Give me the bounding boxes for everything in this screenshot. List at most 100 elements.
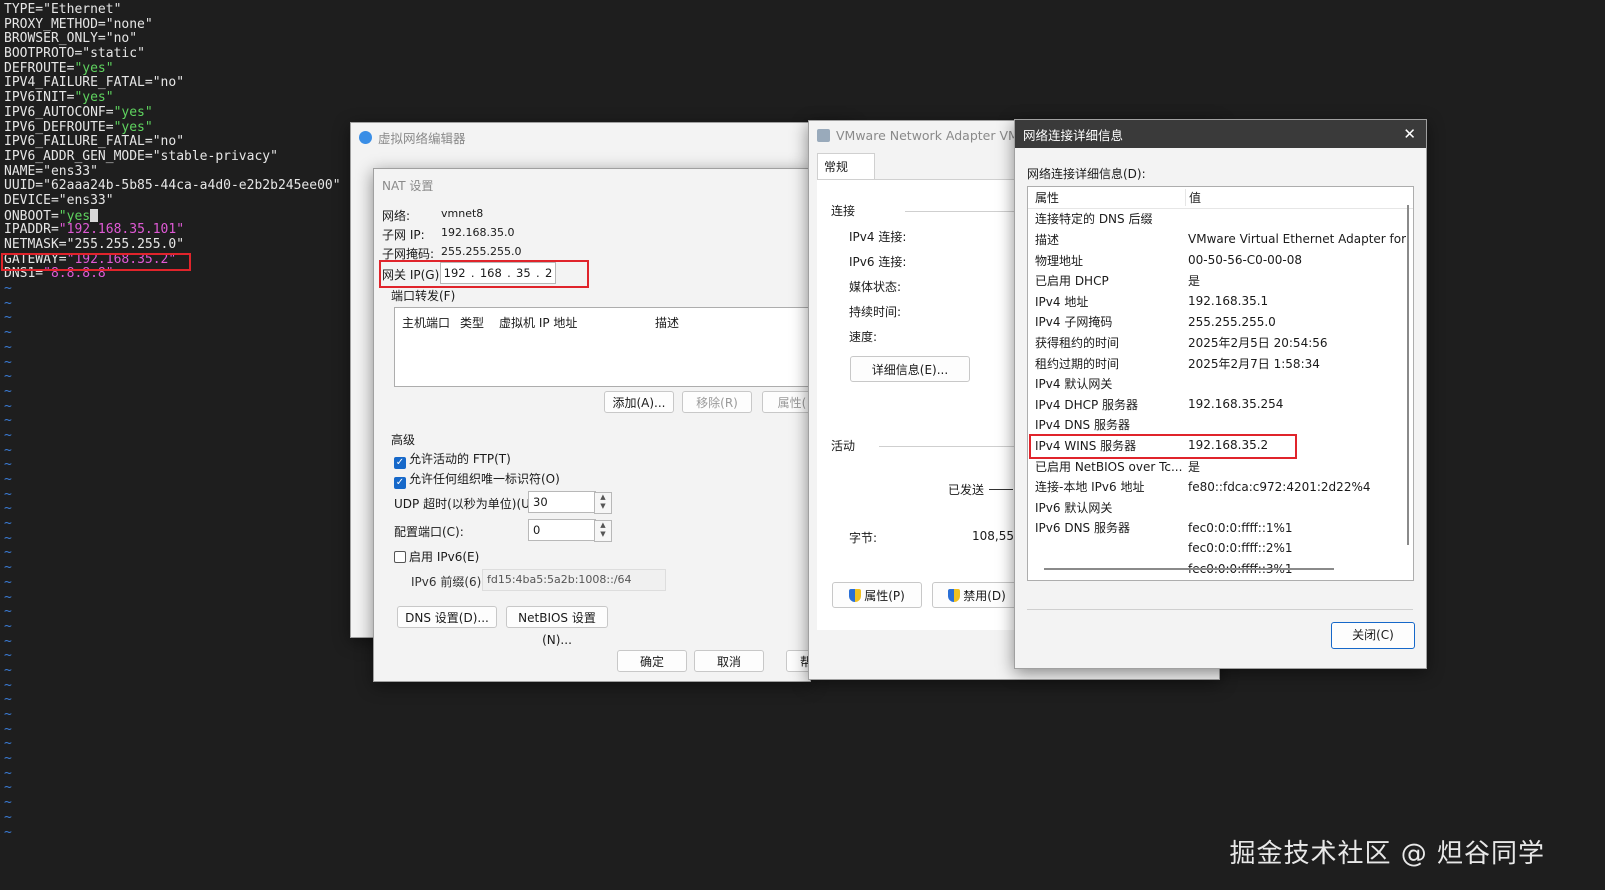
details-row[interactable]: 获得租约的时间 2025年2月5日 20:54:56 <box>1028 332 1413 353</box>
shield-icon <box>849 589 862 602</box>
col-vm-ip[interactable]: 虚拟机 IP 地址 <box>499 314 577 331</box>
header-property[interactable]: 属性 <box>1028 188 1186 206</box>
terminal-line: DEVICE="ens33" <box>4 192 341 209</box>
empty-line-tilde: ~ <box>4 486 12 502</box>
details-row[interactable]: IPv4 DHCP 服务器 192.168.35.254 <box>1028 394 1413 415</box>
details-section-label: 网络连接详细信息(D): <box>1027 167 1146 181</box>
empty-line-tilde: ~ <box>4 442 12 458</box>
config-key: UUID= <box>4 178 44 194</box>
terminal-line: NETMASK="255.255.255.0" <box>4 237 341 253</box>
port-forward-table[interactable]: 主机端口 类型 虚拟机 IP 地址 描述 <box>394 307 810 387</box>
ipv6-prefix-input[interactable]: fd15:4ba5:5a2b:1008::/64 <box>482 569 666 591</box>
close-icon[interactable]: ✕ <box>1403 125 1416 143</box>
empty-line-tilde: ~ <box>4 398 12 414</box>
terminal-line: IPV4_FAILURE_FATAL="no" <box>4 76 341 91</box>
details-row[interactable]: IPv6 DNS 服务器 fec0:0:0:ffff::1%1 <box>1028 518 1413 539</box>
terminal-line: UUID="62aaa24b-5b85-44ca-a4d0-e2b2b245ee… <box>4 178 341 194</box>
allow-oui-checkbox[interactable]: ✓ 允许任何组织唯一标识符(O) <box>394 470 560 489</box>
media-status-label: 媒体状态: <box>849 280 902 294</box>
row-property: IPv6 DNS 服务器 <box>1035 521 1130 536</box>
config-key: IPV6INIT= <box>4 90 75 106</box>
row-property: IPv6 默认网关 <box>1035 500 1113 515</box>
details-row[interactable]: IPv4 DNS 服务器 <box>1028 415 1413 436</box>
duration-label: 持续时间: <box>849 305 902 319</box>
row-property: 已启用 NetBIOS over Tc... <box>1035 459 1183 474</box>
details-row[interactable]: 物理地址 00-50-56-C0-00-08 <box>1028 250 1413 271</box>
details-row[interactable]: fec0:0:0:ffff::2%1 <box>1028 538 1413 559</box>
spinner-icon[interactable]: ▲ ▼ <box>594 520 612 542</box>
config-value: "ens33" <box>58 192 114 208</box>
row-value: fec0:0:0:ffff::2%1 <box>1188 541 1293 556</box>
config-key: NETMASK= <box>4 237 67 252</box>
details-button[interactable]: 详细信息(E)... <box>850 356 970 382</box>
details-title: 网络连接详细信息 <box>1023 127 1124 143</box>
header-value[interactable]: 值 <box>1186 189 1201 206</box>
details-row[interactable]: 已启用 DHCP 是 <box>1028 270 1413 291</box>
text-cursor <box>90 208 99 222</box>
tab-general[interactable]: 常规 <box>817 153 875 180</box>
disable-button[interactable]: 禁用(D) <box>932 582 1022 608</box>
network-label: 网络: <box>382 209 411 223</box>
sent-label: 已发送 <box>948 483 985 497</box>
col-host-port[interactable]: 主机端口 <box>402 314 450 331</box>
remove-button[interactable]: 移除(R) <box>682 391 752 413</box>
check-icon: ✓ <box>394 457 406 469</box>
config-port-value: 0 <box>533 523 541 537</box>
col-description[interactable]: 描述 <box>655 314 679 331</box>
config-key: IPV6_ADDR_GEN_MODE= <box>4 148 153 164</box>
details-table[interactable]: 属性 值 连接特定的 DNS 后缀 描述 VMware Virtual Ethern… <box>1027 186 1414 581</box>
network-connection-details-dialog: 网络连接详细信息 ✕ 网络连接详细信息(D): 属性 值 连接特定的 DNS 后缀… <box>1014 119 1427 669</box>
terminal-line: IPV6_AUTOCONF="yes" <box>4 105 341 121</box>
empty-line-tilde: ~ <box>4 780 12 796</box>
disable-label: 禁用(D) <box>963 589 1006 603</box>
terminal-editor[interactable]: TYPE="Ethernet" PROXY_METHOD="none" BROWSE… <box>4 2 341 840</box>
row-value: 2025年2月5日 20:54:56 <box>1188 335 1328 350</box>
enable-ipv6-checkbox[interactable]: 启用 IPv6(E) <box>394 548 479 565</box>
dns-settings-button[interactable]: DNS 设置(D)... <box>397 606 497 628</box>
allow-ftp-checkbox[interactable]: ✓ 允许活动的 FTP(T) <box>394 450 511 469</box>
config-key: IPV6_DEFROUTE= <box>4 119 114 135</box>
details-row[interactable]: IPv6 默认网关 <box>1028 497 1413 518</box>
details-row[interactable]: 租约过期的时间 2025年2月7日 1:58:34 <box>1028 353 1413 374</box>
details-row[interactable]: 连接-本地 IPv6 地址 fe80::fdca:c972:4201:2d22%4 <box>1028 476 1413 497</box>
properties-button[interactable]: 属性( <box>762 391 810 413</box>
properties-button[interactable]: 属性(P) <box>832 582 922 608</box>
netbios-settings-button[interactable]: NetBIOS 设置(N)... <box>506 606 608 647</box>
col-type[interactable]: 类型 <box>460 314 484 331</box>
row-property: IPv4 子网掩码 <box>1035 315 1113 330</box>
vertical-scrollbar[interactable] <box>1407 205 1409 545</box>
config-port-input[interactable]: 0 ▲ ▼ <box>528 519 612 542</box>
empty-line-tilde: ~ <box>4 677 12 693</box>
details-row[interactable]: IPv4 默认网关 <box>1028 373 1413 394</box>
config-value: "stable-privacy" <box>152 148 278 164</box>
bytes-label: 字节: <box>849 531 878 545</box>
config-value: "no" <box>152 134 185 150</box>
config-value: "yes" <box>74 60 114 76</box>
row-value: fe80::fdca:c972:4201:2d22%4 <box>1188 479 1371 494</box>
details-row[interactable]: 连接特定的 DNS 后缀 <box>1028 209 1413 230</box>
cancel-button[interactable]: 取消 <box>694 650 764 672</box>
terminal-line: NAME="ens33" <box>4 164 341 180</box>
terminal-line: IPV6_FAILURE_FATAL="no" <box>4 134 341 150</box>
empty-line-tilde: ~ <box>4 325 12 341</box>
config-key: BROWSER_ONLY= <box>4 31 106 47</box>
udp-timeout-value: 30 <box>533 495 548 509</box>
details-row[interactable]: IPv4 地址 192.168.35.1 <box>1028 291 1413 312</box>
add-button[interactable]: 添加(A)... <box>604 391 674 413</box>
spinner-icon[interactable]: ▲ ▼ <box>594 492 612 514</box>
details-row[interactable]: IPv4 子网掩码 255.255.255.0 <box>1028 312 1413 333</box>
terminal-line: ONBOOT="yes <box>4 208 341 223</box>
empty-line-tilde: ~ <box>4 354 12 370</box>
terminal-line: PROXY_METHOD="none" <box>4 17 341 33</box>
details-row[interactable]: 描述 VMware Virtual Ethernet Adapter for <box>1028 229 1413 250</box>
ok-button[interactable]: 确定 <box>617 650 687 672</box>
empty-line-tilde: ~ <box>4 809 12 825</box>
empty-line-tilde: ~ <box>4 574 12 590</box>
terminal-line: IPADDR="192.168.35.101" <box>4 222 341 238</box>
empty-line-tilde: ~ <box>4 339 12 355</box>
udp-timeout-input[interactable]: 30 ▲ ▼ <box>528 491 612 514</box>
close-button[interactable]: 关闭(C) <box>1331 622 1415 649</box>
empty-line-tilde: ~ <box>4 707 12 722</box>
row-value: 00-50-56-C0-00-08 <box>1188 253 1303 268</box>
horizontal-scrollbar[interactable] <box>1044 568 1334 570</box>
